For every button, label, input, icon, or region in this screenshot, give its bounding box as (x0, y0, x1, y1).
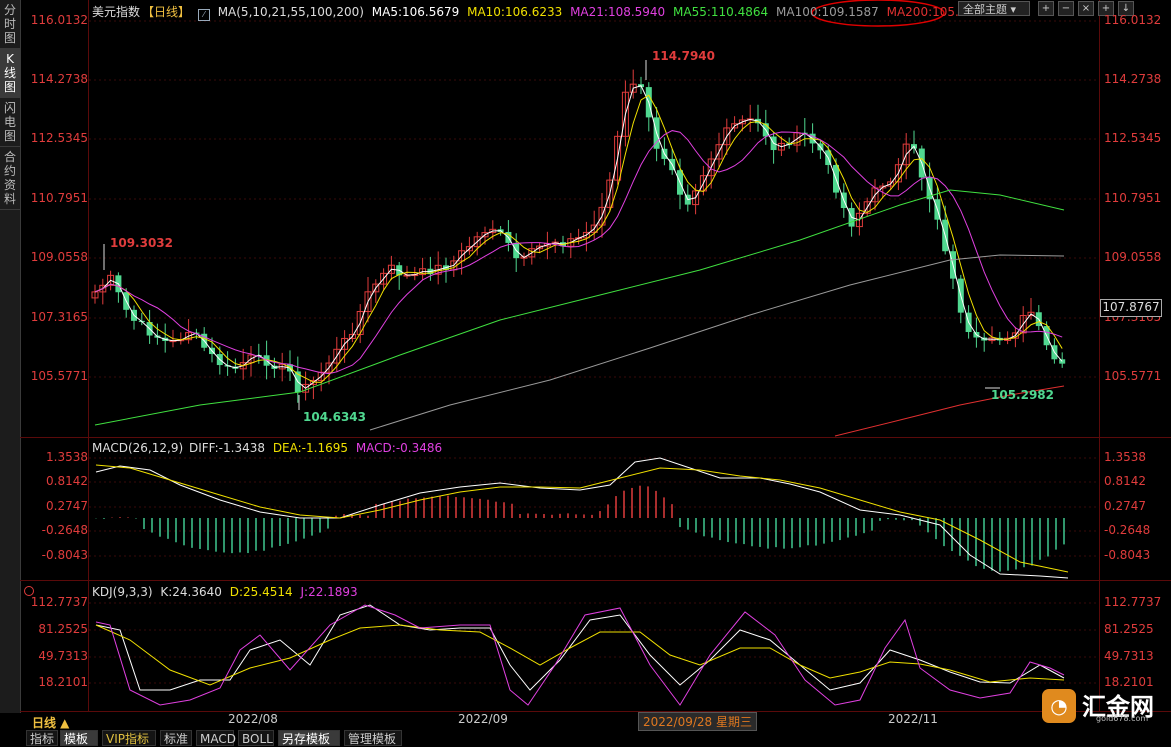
crosshair-button[interactable]: + (1038, 1, 1054, 16)
kdj-k-line (95, 604, 1065, 691)
main-axis-label: 114.2738 (30, 72, 88, 86)
ma5-value: MA5:106.5679 (371, 5, 460, 19)
main-axis-label: 109.0558 (30, 250, 88, 264)
macd-axis-label: 0.8142 (46, 474, 88, 488)
logo-mark-icon: ◔ (1042, 689, 1076, 723)
macd-axis-label: -0.8043 (1104, 548, 1151, 562)
tab-template[interactable]: 模板 (60, 730, 98, 746)
main-axis-label: 109.0558 (1104, 250, 1162, 264)
site-logo: ◔ 汇金网 gold678.com (1042, 685, 1164, 727)
ma21-line (94, 130, 1063, 375)
kdj-d: D:25.4514 (229, 585, 293, 599)
date-label: 2022/11 (888, 712, 938, 726)
tab-macd[interactable]: MACD (196, 730, 236, 746)
macd-dea-line (95, 464, 1069, 573)
main-axis-label: 107.3165 (30, 310, 88, 324)
macd-axis-label: 0.2747 (46, 499, 88, 513)
tab-boll[interactable]: BOLL (238, 730, 274, 746)
ma-params: MA(5,10,21,55,100,200) (217, 5, 364, 19)
kdj-axis-label: 112.7737 (30, 595, 88, 609)
macd-params: MACD(26,12,9) (92, 441, 184, 455)
low2-annotation: 105.2982 (991, 388, 1054, 402)
macd-axis-label: -0.2648 (41, 523, 88, 537)
macd-axis-label: -0.2648 (1104, 523, 1151, 537)
kdj-axis-label: 81.2525 (38, 622, 88, 636)
main-axis-label: 105.5771 (30, 369, 88, 383)
kdj-j-line (95, 604, 1065, 706)
macd-axis-label: 1.3538 (1104, 450, 1146, 464)
kdj-k: K:24.3640 (160, 585, 222, 599)
ma55-value: MA55:110.4864 (673, 5, 769, 19)
macd-axis-label: -0.8043 (41, 548, 88, 562)
macd-dea: DEA:-1.1695 (272, 441, 348, 455)
main-axis-label: 112.5345 (1104, 131, 1162, 145)
main-header: 美元指数 【日线】 ⁄ MA(5,10,21,55,100,200) MA5:10… (92, 3, 986, 21)
main-axis-label: 112.5345 (30, 131, 88, 145)
tab-vip-indicator[interactable]: VIP指标 (102, 730, 156, 746)
macd-value: MACD:-0.3486 (355, 441, 443, 455)
chart-app: 分时图 K线图 闪电图 合约资料 114.7940 109.3032 104.634… (0, 0, 1171, 747)
ma21-value: MA21:108.5940 (570, 5, 666, 19)
kdj-params: KDJ(9,3,3) (92, 585, 153, 599)
tab-save-template[interactable]: 另存模板 (278, 730, 340, 746)
main-axis-label: 114.2738 (1104, 72, 1162, 86)
ma-icon: ⁄ (197, 9, 210, 21)
theme-label: 全部主题 (963, 3, 1007, 16)
period-selector[interactable]: 日线 ▲ (32, 714, 69, 731)
logo-url: gold678.com (1096, 714, 1149, 723)
main-axis-label: 105.5771 (1104, 369, 1162, 383)
high-annotation: 114.7940 (652, 49, 715, 63)
macd-axis-label: 0.8142 (1104, 474, 1146, 488)
shrink-button[interactable]: − (1058, 1, 1074, 16)
main-axis-label: 116.0132 (30, 13, 88, 27)
macd-diff-line (95, 457, 1069, 579)
theme-dropdown[interactable]: 全部主题 ▾ (958, 1, 1030, 16)
period-label: 【日线】 (142, 5, 191, 19)
kdj-j: J:22.1893 (300, 585, 358, 599)
ma10-value: MA10:106.6233 (467, 5, 563, 19)
left-high-annotation: 109.3032 (110, 236, 173, 250)
ma100-value: MA100:109.1587 (776, 5, 879, 19)
kdj-axis-label: 49.7313 (1104, 649, 1154, 663)
main-axis-label: 110.7951 (30, 191, 88, 205)
cursor-date: 2022/09/28 星期三 (638, 712, 757, 731)
date-axis: 2022/08 2022/09 2022/09/28 星期三 2022/11 (20, 712, 1171, 731)
ma55-line (94, 189, 1065, 426)
date-label: 2022/09 (458, 712, 508, 726)
kdj-axis-label: 81.2525 (1104, 622, 1154, 636)
macd-diff: DIFF:-1.3438 (188, 441, 265, 455)
kdj-axis-label: 49.7313 (38, 649, 88, 663)
kdj-header: KDJ(9,3,3) K:24.3640 D:25.4514 J:22.1893 (92, 585, 362, 599)
low1-annotation: 104.6343 (303, 410, 366, 424)
macd-header: MACD(26,12,9) DIFF:-1.3438 DEA:-1.1695 M… (92, 441, 446, 455)
tab-manage-template[interactable]: 管理模板 (344, 730, 402, 746)
macd-axis-label: 0.2747 (1104, 499, 1146, 513)
main-axis-label: 116.0132 (1104, 13, 1162, 27)
current-price-tag: 107.8767 (1100, 299, 1162, 317)
kdj-axis-label: 18.2101 (38, 675, 88, 689)
close-panel-button[interactable]: × (1078, 1, 1094, 16)
date-label: 2022/08 (228, 712, 278, 726)
instrument-name: 美元指数 (92, 5, 141, 19)
chart-canvas[interactable]: 114.7940 109.3032 104.6343 105.2982 (0, 0, 1171, 747)
macd-axis-label: 1.3538 (46, 450, 88, 464)
main-axis-label: 110.7951 (1104, 191, 1162, 205)
kdj-axis-label: 112.7737 (1104, 595, 1162, 609)
tab-indicator[interactable]: 指标 (26, 730, 58, 746)
tab-standard[interactable]: 标准 (160, 730, 192, 746)
